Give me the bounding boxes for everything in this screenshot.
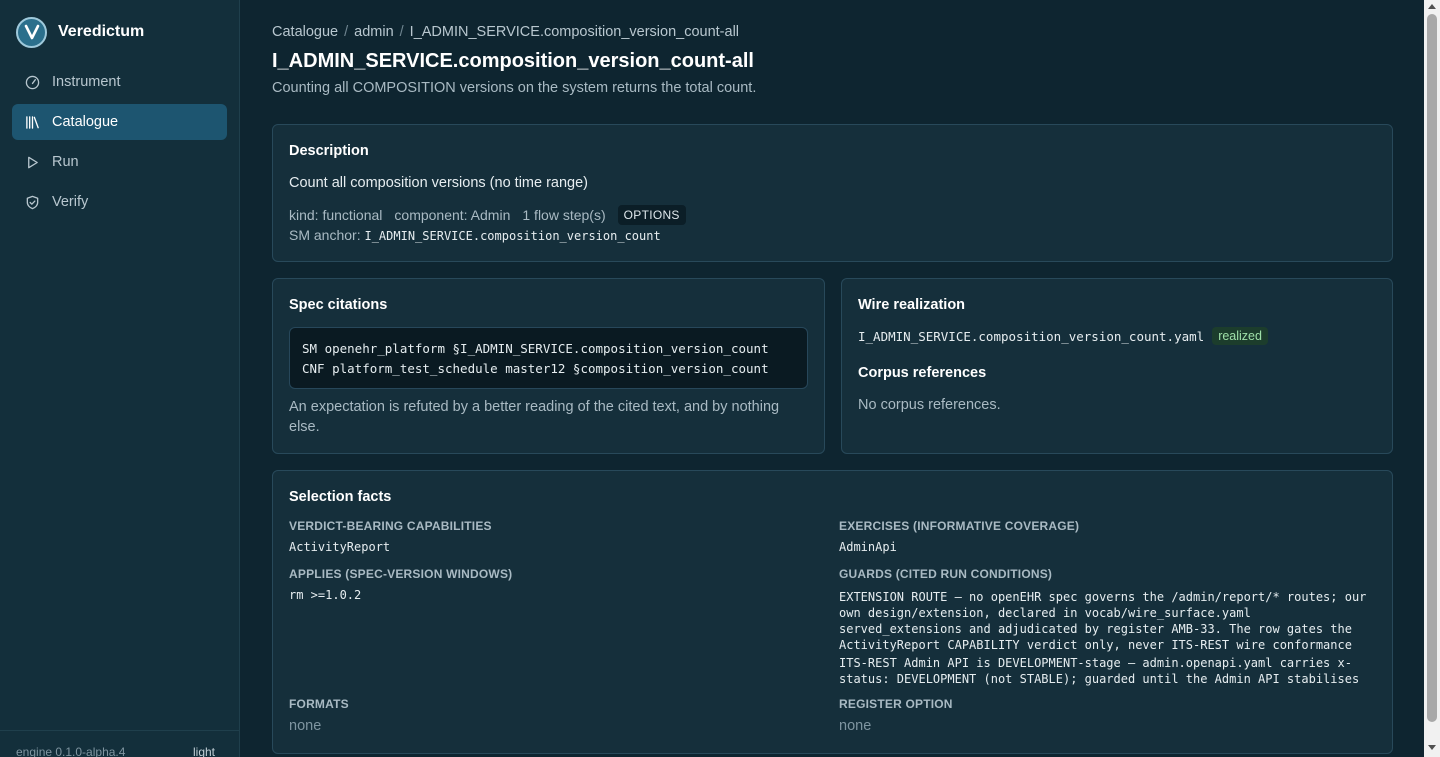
spec-citations-note: An expectation is refuted by a better re… [289, 399, 780, 435]
breadcrumb-separator: / [344, 24, 349, 40]
selection-facts-card: Selection facts VERDICT-BEARING CAPABILI… [272, 470, 1393, 754]
applies-value: rm >=1.0.2 [289, 588, 362, 602]
breadcrumb-current: I_ADMIN_SERVICE.composition_version_coun… [409, 24, 740, 40]
breadcrumb: Catalogue / admin / I_ADMIN_SERVICE.composit… [272, 24, 739, 40]
scroll-thumb[interactable] [1427, 14, 1437, 722]
guards-label: GUARDS (CITED RUN CONDITIONS) [839, 567, 1053, 581]
sidebar-item-label: Verify [52, 194, 89, 210]
brand[interactable]: Veredictum [16, 16, 144, 48]
guards-list: EXTENSION ROUTE — no openEHR spec govern… [839, 589, 1374, 689]
selection-facts-title: Selection facts [289, 489, 392, 505]
theme-toggle[interactable]: light [193, 745, 215, 757]
guard-item: ITS-REST Admin API is DEVELOPMENT-stage … [839, 656, 1360, 686]
page-title: I_ADMIN_SERVICE.composition_version_coun… [272, 50, 754, 72]
exercises-label: EXERCISES (INFORMATIVE COVERAGE) [839, 519, 1080, 533]
sm-anchor: SM anchor: I_ADMIN_SERVICE.composition_v… [289, 227, 661, 243]
corpus-references-empty: No corpus references. [858, 397, 1001, 413]
kind-value: kind: functional [289, 207, 383, 223]
page-scrollbar[interactable] [1424, 0, 1440, 757]
description-text: Count all composition versions (no time … [289, 175, 588, 191]
sidebar-item-instrument[interactable]: Instrument [12, 64, 227, 100]
sm-anchor-value: I_ADMIN_SERVICE.composition_version_coun… [364, 229, 661, 243]
corpus-references-title: Corpus references [858, 365, 987, 381]
sidebar-item-verify[interactable]: Verify [12, 184, 227, 220]
verdict-capabilities-value: ActivityReport [289, 540, 391, 554]
scroll-up-arrow-icon[interactable] [1428, 4, 1436, 9]
sm-anchor-label: SM anchor: [289, 227, 361, 243]
breadcrumb-catalogue[interactable]: Catalogue [272, 24, 338, 40]
sidebar-item-run[interactable]: Run [12, 144, 227, 180]
component-value: component: Admin [394, 207, 511, 223]
description-meta: kind: functional component: Admin 1 flow… [289, 205, 686, 225]
sidebar-item-catalogue[interactable]: Catalogue [12, 104, 227, 140]
options-badge: OPTIONS [617, 205, 686, 225]
spec-citations-title: Spec citations [289, 297, 388, 313]
shield-check-icon [24, 194, 40, 210]
register-option-label: REGISTER OPTION [839, 697, 953, 711]
flow-steps-value: 1 flow step(s) [522, 207, 606, 223]
scroll-down-arrow-icon[interactable] [1428, 745, 1436, 750]
citation-line: SM openehr_platform §I_ADMIN_SERVICE.com… [302, 341, 769, 356]
gauge-icon [24, 74, 40, 90]
sidebar-footer: engine 0.1.0-alpha.4 light [0, 730, 239, 757]
sidebar-item-label: Instrument [52, 74, 121, 90]
sidebar-nav: Instrument Catalogue Run Verify [12, 64, 227, 224]
exercises-value: AdminApi [839, 540, 897, 554]
description-title: Description [289, 143, 369, 159]
library-icon [24, 114, 40, 130]
sidebar: Veredictum Instrument Catalogue Run Veri… [0, 0, 240, 757]
app-name: Veredictum [58, 23, 145, 40]
play-icon [24, 154, 40, 170]
verdict-capabilities-label: VERDICT-BEARING CAPABILITIES [289, 519, 492, 533]
sidebar-item-label: Run [52, 154, 79, 170]
wire-realization-card: Wire realization I_ADMIN_SERVICE.composi… [841, 278, 1393, 454]
description-card: Description Count all composition versio… [272, 124, 1393, 262]
guard-item: EXTENSION ROUTE — no openEHR spec govern… [839, 590, 1367, 652]
app-logo [16, 16, 47, 48]
wire-file-row: I_ADMIN_SERVICE.composition_version_coun… [858, 327, 1268, 345]
citation-line: CNF platform_test_schedule master12 §com… [302, 361, 769, 376]
formats-label: FORMATS [289, 697, 349, 711]
page-subtitle: Counting all COMPOSITION versions on the… [272, 80, 757, 96]
formats-value: none [289, 718, 322, 734]
engine-version: engine 0.1.0-alpha.4 [16, 745, 126, 757]
applies-label: APPLIES (SPEC-VERSION WINDOWS) [289, 567, 513, 581]
spec-citations-card: Spec citations SM openehr_platform §I_AD… [272, 278, 825, 454]
breadcrumb-admin[interactable]: admin [354, 24, 394, 40]
breadcrumb-separator: / [399, 24, 404, 40]
wire-file-name[interactable]: I_ADMIN_SERVICE.composition_version_coun… [858, 329, 1204, 344]
wire-realization-title: Wire realization [858, 297, 966, 313]
realized-badge: realized [1212, 327, 1268, 345]
sidebar-item-label: Catalogue [52, 114, 119, 130]
register-option-value: none [839, 718, 872, 734]
citations-codebox: SM openehr_platform §I_ADMIN_SERVICE.com… [289, 327, 808, 389]
